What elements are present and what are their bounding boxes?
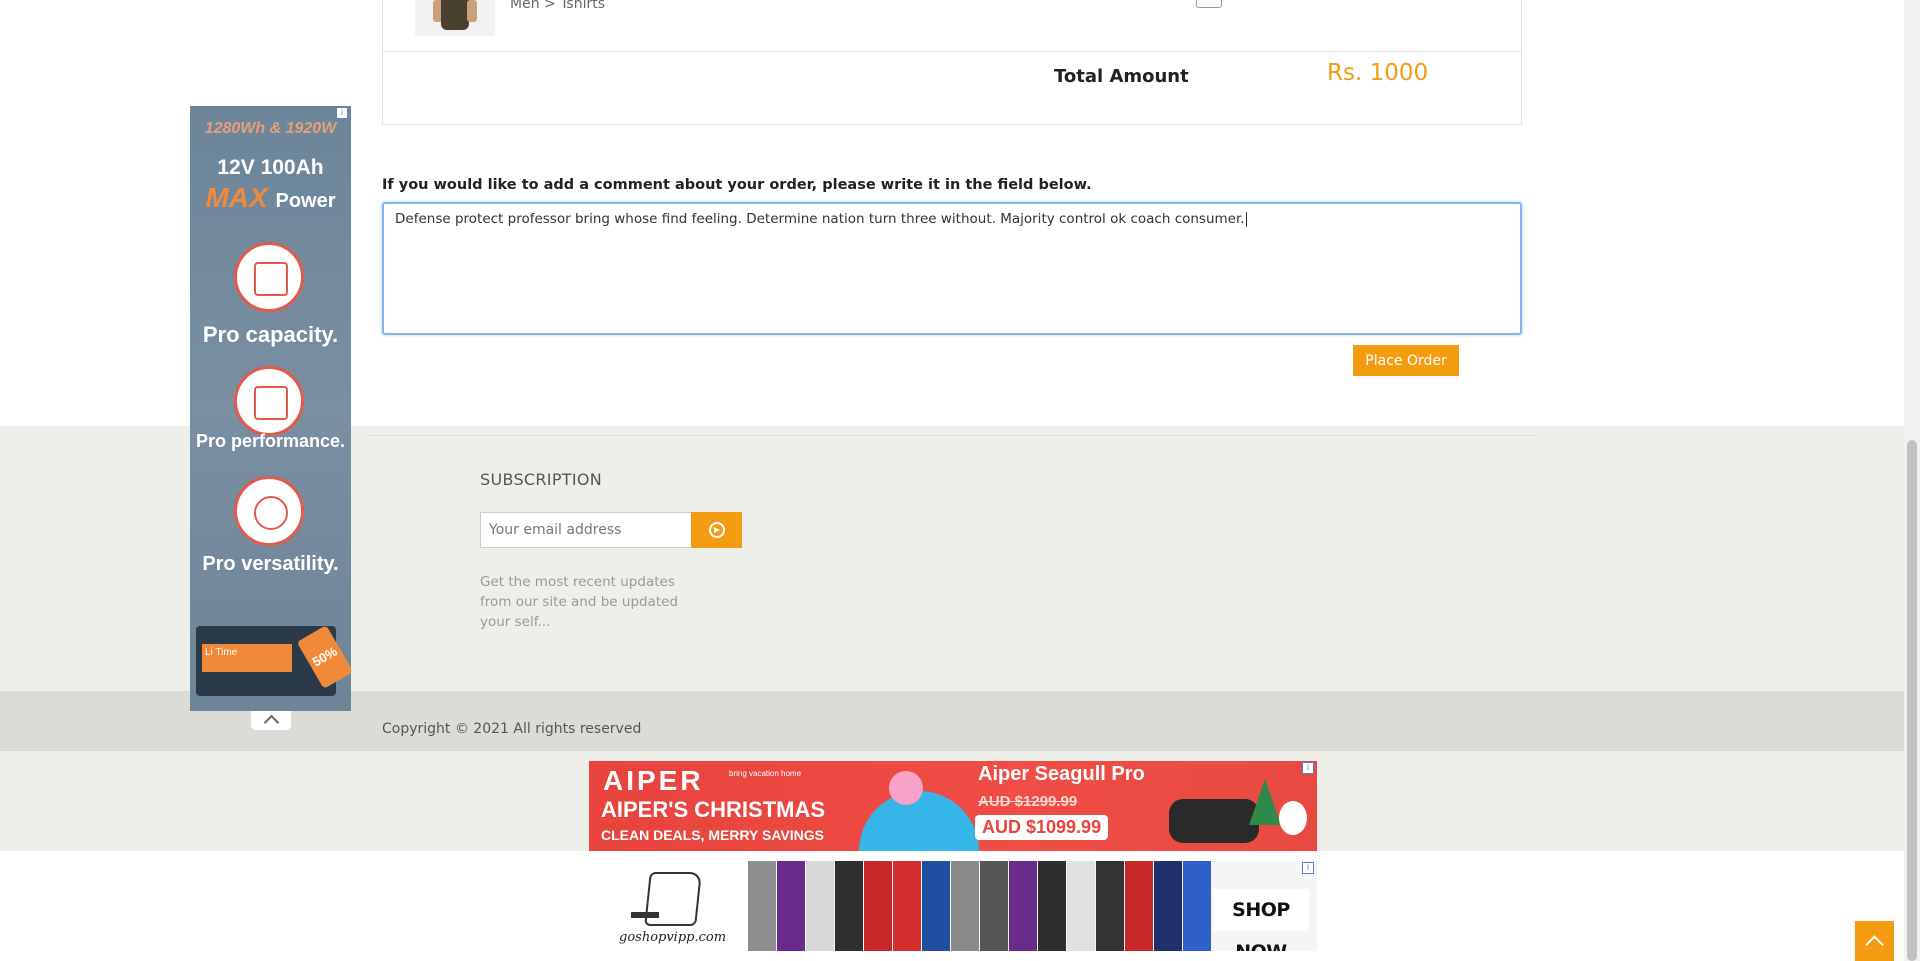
christmas-tree-graphic <box>1249 779 1281 825</box>
ad-feature-capacity: Pro capacity. <box>202 322 339 347</box>
aiper-logo: AIPER <box>603 765 704 796</box>
product-thumbnail[interactable] <box>415 0 495 36</box>
shop-now-button[interactable]: SHOP NOW <box>1213 889 1309 951</box>
goshopvipp-logo[interactable]: goshopvipp.com <box>617 866 726 950</box>
aiper-banner-ad[interactable]: AIPER bring vacation home AIPER'S CHRIST… <box>589 761 1317 851</box>
coat-image <box>1038 861 1066 951</box>
coat-image <box>1125 861 1153 951</box>
icon-inner <box>254 496 288 530</box>
scroll-to-top-button[interactable] <box>1855 921 1894 961</box>
ad-headline-spec: 12V 100Ah <box>217 156 324 179</box>
key-icon <box>631 912 659 918</box>
aiper-subline: CLEAN DEALS, MERRY SAVINGS <box>601 827 824 843</box>
coat-image <box>1067 861 1095 951</box>
quantity-control[interactable] <box>1196 0 1222 8</box>
coat-image <box>1096 861 1124 951</box>
order-summary: Men > Tshirts Total Amount Rs. 1000 <box>382 0 1522 125</box>
aiper-headline: AIPER'S CHRISTMAS <box>601 797 826 822</box>
subscription-email-input[interactable] <box>480 512 692 548</box>
ad-max-text: MAX <box>205 182 268 213</box>
shapes-grid-icon <box>234 476 304 546</box>
ad-headline-capacity: 1280Wh & 1920W <box>204 120 337 137</box>
thumbnail-arm-right <box>467 0 477 22</box>
ad-headline-max-power: MAX Power <box>190 182 351 214</box>
aiper-tagline: bring vacation home <box>729 769 802 778</box>
icon-inner <box>254 262 288 296</box>
comment-text: Defense protect professor bring whose fi… <box>395 211 1245 227</box>
comment-prompt: If you would like to add a comment about… <box>382 177 1092 193</box>
performance-chart-icon <box>234 366 304 436</box>
subscribe-submit-button[interactable] <box>691 512 742 548</box>
coat-image <box>748 861 776 951</box>
product-category-path: Men > Tshirts <box>510 0 606 12</box>
order-comment-textarea[interactable]: Defense protect professor bring whose fi… <box>382 202 1522 335</box>
skyscraper-ad[interactable]: 1280Wh & 1920W 12V 100Ah MAX Power Pro c… <box>190 106 351 711</box>
subscription-title: SUBSCRIPTION <box>480 470 603 489</box>
chevron-up-icon <box>263 714 280 731</box>
chevron-up-icon <box>1865 935 1884 954</box>
battery-brand-label: Li Time <box>202 644 292 672</box>
ad-feature-versatility: Pro versatility. <box>202 553 339 575</box>
thumbnail-shirt <box>441 0 469 30</box>
arrow-circle-right-icon <box>708 522 725 538</box>
order-item-row: Men > Tshirts <box>383 0 1521 52</box>
snowman-graphic <box>1279 801 1307 835</box>
icon-inner <box>254 386 288 420</box>
copyright-text: Copyright © 2021 All rights reserved <box>382 721 642 737</box>
scrollbar-thumb[interactable] <box>1907 440 1917 961</box>
battery-bolt-icon <box>234 242 304 312</box>
coat-image <box>864 861 892 951</box>
aiper-old-price: AUD $1299.99 <box>978 793 1078 810</box>
coat-image <box>980 861 1008 951</box>
coat-image <box>777 861 805 951</box>
flamingo-float-graphic <box>889 771 923 805</box>
ad-feature-performance: Pro performance. <box>195 431 346 451</box>
wave-graphic <box>859 791 979 851</box>
coat-image <box>922 861 950 951</box>
coat-image <box>806 861 834 951</box>
coats-banner-ad[interactable]: SHOP NOW <box>748 861 1317 951</box>
coat-image <box>951 861 979 951</box>
text-caret <box>1245 211 1247 227</box>
aiper-product-name: Aiper Seagull Pro <box>978 763 1145 785</box>
ad-info-icon[interactable]: i <box>336 107 348 119</box>
coat-image <box>1183 861 1211 951</box>
total-amount-label: Total Amount <box>1054 66 1189 87</box>
coat-image <box>835 861 863 951</box>
footer-divider <box>366 435 1536 436</box>
place-order-button[interactable]: Place Order <box>1353 345 1459 376</box>
subscription-description: Get the most recent updates from our sit… <box>480 574 679 630</box>
coat-image <box>1009 861 1037 951</box>
aiper-new-price: AUD $1099.99 <box>975 815 1109 840</box>
goshopvipp-logo-text: goshopvipp.com <box>619 930 727 945</box>
pool-robot-image <box>1169 799 1259 843</box>
total-amount-value: Rs. 1000 <box>1327 60 1429 86</box>
coat-image <box>1154 861 1182 951</box>
ad-power-text: Power <box>275 190 336 212</box>
ad-info-icon[interactable]: i <box>1302 862 1314 874</box>
ad-info-icon[interactable]: i <box>1302 762 1314 774</box>
coat-image <box>893 861 921 951</box>
ad-collapse-tab[interactable] <box>250 711 292 731</box>
